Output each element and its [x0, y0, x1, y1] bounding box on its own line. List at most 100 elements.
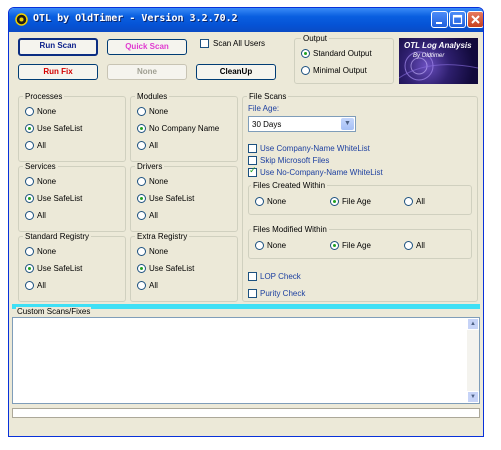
lop-check-label: LOP Check	[260, 272, 301, 281]
drivers-group: Drivers None Use SafeList All	[130, 162, 238, 232]
modified-none-radio[interactable]	[255, 241, 264, 250]
services-safelist-radio[interactable]	[25, 194, 34, 203]
output-minimal-label: Minimal Output	[313, 66, 367, 75]
extra-registry-none-radio[interactable]	[137, 247, 146, 256]
std-registry-none-label: None	[37, 247, 57, 256]
services-all-label: All	[37, 211, 46, 220]
services-all-radio[interactable]	[25, 211, 34, 220]
modified-file-age-radio[interactable]	[330, 241, 339, 250]
created-all-label: All	[416, 197, 425, 206]
processes-safelist-label: Use SafeList	[37, 124, 83, 133]
scroll-down-icon[interactable]: ▼	[467, 391, 479, 403]
close-icon	[471, 15, 480, 24]
files-created-title: Files Created Within	[251, 181, 328, 190]
scan-all-users-checkbox[interactable]	[200, 39, 209, 48]
company-whitelist-label: Use Company-Name WhiteList	[260, 144, 370, 153]
chevron-down-icon[interactable]: ▼	[341, 118, 354, 130]
modules-none-radio[interactable]	[137, 107, 146, 116]
processes-group: Processes None Use SafeList All	[18, 92, 126, 162]
drivers-all-radio[interactable]	[137, 211, 146, 220]
run-fix-button[interactable]: Run Fix	[18, 64, 98, 80]
std-registry-all-radio[interactable]	[25, 281, 34, 290]
modified-all-radio[interactable]	[404, 241, 413, 250]
extra-registry-group: Extra Registry None Use SafeList All	[130, 232, 238, 302]
minimize-button[interactable]	[431, 11, 448, 28]
modified-none-label: None	[267, 241, 287, 250]
created-none-label: None	[267, 197, 287, 206]
extra-registry-safelist-label: Use SafeList	[149, 264, 195, 273]
custom-scans-textarea[interactable]: ▲ ▼	[12, 317, 480, 404]
output-group: Output Standard Output Minimal Output	[294, 34, 394, 84]
drivers-none-radio[interactable]	[137, 177, 146, 186]
processes-group-title: Processes	[23, 92, 65, 101]
processes-none-label: None	[37, 107, 57, 116]
skip-microsoft-checkbox[interactable]	[248, 156, 257, 165]
run-scan-button[interactable]: Run Scan	[18, 38, 98, 56]
std-registry-none-radio[interactable]	[25, 247, 34, 256]
company-whitelist-checkbox[interactable]	[248, 144, 257, 153]
drivers-group-title: Drivers	[135, 162, 165, 171]
files-modified-group: Files Modified Within None File Age All	[248, 225, 472, 259]
purity-check-label: Purity Check	[260, 289, 306, 298]
purity-check-checkbox[interactable]	[248, 289, 257, 298]
standard-registry-group-title: Standard Registry	[23, 232, 92, 241]
minimize-icon	[436, 22, 442, 24]
title-bar[interactable]: OTL by OldTimer - Version 3.2.70.2	[9, 8, 483, 32]
no-company-whitelist-label: Use No-Company-Name WhiteList	[260, 168, 383, 177]
maximize-button[interactable]	[449, 11, 466, 28]
modules-none-label: None	[149, 107, 169, 116]
output-standard-label: Standard Output	[313, 49, 372, 58]
lop-check-checkbox[interactable]	[248, 272, 257, 281]
custom-scans-title: Custom Scans/Fixes	[16, 307, 92, 316]
files-modified-title: Files Modified Within	[251, 225, 329, 234]
close-button[interactable]	[467, 11, 483, 28]
drivers-safelist-radio[interactable]	[137, 194, 146, 203]
no-company-whitelist-checkbox[interactable]	[248, 166, 257, 177]
modules-no-company-radio[interactable]	[137, 124, 146, 133]
created-all-radio[interactable]	[404, 197, 413, 206]
extra-registry-none-label: None	[149, 247, 169, 256]
scroll-up-icon[interactable]: ▲	[467, 318, 479, 330]
custom-scans-scrollbar[interactable]: ▲ ▼	[467, 318, 479, 403]
processes-none-radio[interactable]	[25, 107, 34, 116]
services-none-radio[interactable]	[25, 177, 34, 186]
services-none-label: None	[37, 177, 57, 186]
file-age-label: File Age:	[248, 104, 280, 113]
extra-registry-safelist-radio[interactable]	[137, 264, 146, 273]
services-group: Services None Use SafeList All	[18, 162, 126, 232]
status-bar	[12, 408, 480, 418]
created-file-age-radio[interactable]	[330, 197, 339, 206]
drivers-safelist-label: Use SafeList	[149, 194, 195, 203]
scan-all-users-label: Scan All Users	[213, 39, 266, 48]
std-registry-safelist-label: Use SafeList	[37, 264, 83, 273]
modules-all-radio[interactable]	[137, 141, 146, 150]
processes-all-label: All	[37, 141, 46, 150]
output-group-title: Output	[301, 34, 330, 43]
extra-registry-all-radio[interactable]	[137, 281, 146, 290]
output-minimal-radio[interactable]	[301, 66, 310, 75]
std-registry-all-label: All	[37, 281, 46, 290]
otl-window: OTL by OldTimer - Version 3.2.70.2 Run S…	[8, 7, 484, 437]
modules-no-company-label: No Company Name	[149, 124, 220, 133]
processes-all-radio[interactable]	[25, 141, 34, 150]
logo-subtext: By Oldtimer	[413, 53, 445, 59]
otl-logo: OTL Log Analysis By Oldtimer	[399, 38, 478, 84]
modules-group-title: Modules	[135, 92, 170, 101]
std-registry-safelist-radio[interactable]	[25, 264, 34, 273]
processes-safelist-radio[interactable]	[25, 124, 34, 133]
file-age-select[interactable]: 30 Days ▼	[248, 116, 356, 132]
extra-registry-group-title: Extra Registry	[135, 232, 190, 241]
modified-all-label: All	[416, 241, 425, 250]
cleanup-button[interactable]: CleanUp	[196, 64, 276, 80]
created-none-radio[interactable]	[255, 197, 264, 206]
created-file-age-label: File Age	[342, 197, 371, 206]
maximize-icon	[452, 14, 463, 25]
window-title: OTL by OldTimer - Version 3.2.70.2	[33, 13, 238, 24]
none-button[interactable]: None	[107, 64, 187, 80]
output-standard-radio[interactable]	[301, 49, 310, 58]
files-created-group: Files Created Within None File Age All	[248, 181, 472, 215]
quick-scan-button[interactable]: Quick Scan	[107, 39, 187, 55]
extra-registry-all-label: All	[149, 281, 158, 290]
modules-group: Modules None No Company Name All	[130, 92, 238, 162]
drivers-all-label: All	[149, 211, 158, 220]
